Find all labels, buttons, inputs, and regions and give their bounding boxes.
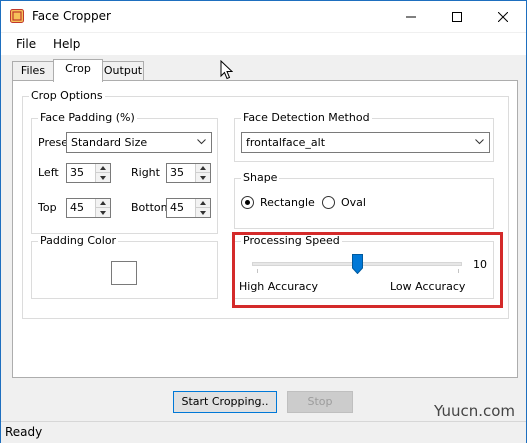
top-padding-value: 45 <box>70 201 84 214</box>
bottom-padding-value: 45 <box>170 201 184 214</box>
menu-bar: File Help <box>1 33 526 55</box>
shape-group: Shape Rectangle Oval <box>234 171 494 229</box>
start-cropping-button[interactable]: Start Cropping.. <box>173 391 277 413</box>
arrow-up-icon <box>100 166 106 170</box>
app-window: Face Cropper File Help Files Crop Output… <box>0 0 527 443</box>
face-detection-dropdown[interactable]: frontalface_alt <box>241 132 490 153</box>
stop-button[interactable]: Stop <box>287 391 353 413</box>
rectangle-radio[interactable] <box>241 196 254 209</box>
app-logo-icon <box>10 9 24 23</box>
tab-crop[interactable]: Crop <box>53 59 103 82</box>
crop-tab-page: Crop Options Face Padding (%) Presets St… <box>12 80 518 378</box>
decrement-button[interactable] <box>196 208 210 217</box>
face-detection-value: frontalface_alt <box>246 136 326 149</box>
left-padding-stepper[interactable]: 35 <box>66 163 111 183</box>
face-detection-title: Face Detection Method <box>241 111 372 125</box>
crop-options-title: Crop Options <box>29 89 105 103</box>
increment-button[interactable] <box>96 164 110 173</box>
right-padding-stepper[interactable]: 35 <box>166 163 211 183</box>
left-padding-value: 35 <box>70 166 84 179</box>
shape-title: Shape <box>241 171 280 185</box>
minimize-icon <box>406 16 416 17</box>
increment-button[interactable] <box>96 199 110 208</box>
right-label: Right <box>131 166 160 179</box>
mouse-cursor-icon <box>220 60 233 80</box>
increment-button[interactable] <box>196 199 210 208</box>
arrow-down-icon <box>100 175 106 180</box>
arrow-up-icon <box>200 166 206 170</box>
chevron-down-icon <box>197 139 206 145</box>
decrement-button[interactable] <box>96 173 110 182</box>
close-button[interactable] <box>480 1 526 32</box>
face-padding-group: Face Padding (%) Presets Standard Size L… <box>31 111 218 234</box>
watermark-text: Yuucn.com <box>434 402 516 420</box>
minimize-button[interactable] <box>388 1 434 32</box>
decrement-button[interactable] <box>96 208 110 217</box>
increment-button[interactable] <box>196 164 210 173</box>
arrow-up-icon <box>200 201 206 205</box>
menu-help[interactable]: Help <box>50 37 83 51</box>
arrow-down-icon <box>200 210 206 215</box>
window-title: Face Cropper <box>32 9 111 23</box>
status-text: Ready <box>5 425 43 439</box>
arrow-down-icon <box>200 175 206 180</box>
rectangle-label[interactable]: Rectangle <box>260 196 315 210</box>
arrow-down-icon <box>100 210 106 215</box>
maximize-button[interactable] <box>434 1 480 32</box>
tab-output[interactable]: Output <box>102 61 144 81</box>
highlight-box <box>232 232 503 308</box>
padding-color-group: Padding Color <box>31 234 218 299</box>
stepper-buttons <box>95 164 110 182</box>
oval-label[interactable]: Oval <box>341 196 366 210</box>
padding-color-title: Padding Color <box>38 234 119 248</box>
status-bar: Ready <box>1 421 526 443</box>
menu-file[interactable]: File <box>13 37 39 51</box>
stepper-buttons <box>195 199 210 217</box>
arrow-up-icon <box>100 201 106 205</box>
face-detection-group: Face Detection Method frontalface_alt <box>234 111 494 162</box>
oval-radio[interactable] <box>322 196 335 209</box>
face-padding-title: Face Padding (%) <box>38 111 137 125</box>
close-icon <box>498 11 508 22</box>
stepper-buttons <box>95 199 110 217</box>
maximize-icon <box>452 11 462 22</box>
tab-files[interactable]: Files <box>12 61 54 81</box>
padding-color-swatch[interactable] <box>111 261 137 285</box>
bottom-padding-stepper[interactable]: 45 <box>166 198 211 218</box>
right-padding-value: 35 <box>170 166 184 179</box>
presets-dropdown[interactable]: Standard Size <box>66 132 212 153</box>
title-bar: Face Cropper <box>1 1 526 32</box>
presets-value: Standard Size <box>71 136 148 149</box>
left-label: Left <box>38 166 59 179</box>
top-padding-stepper[interactable]: 45 <box>66 198 111 218</box>
decrement-button[interactable] <box>196 173 210 182</box>
chevron-down-icon <box>475 139 484 145</box>
top-label: Top <box>38 201 57 214</box>
stepper-buttons <box>195 164 210 182</box>
